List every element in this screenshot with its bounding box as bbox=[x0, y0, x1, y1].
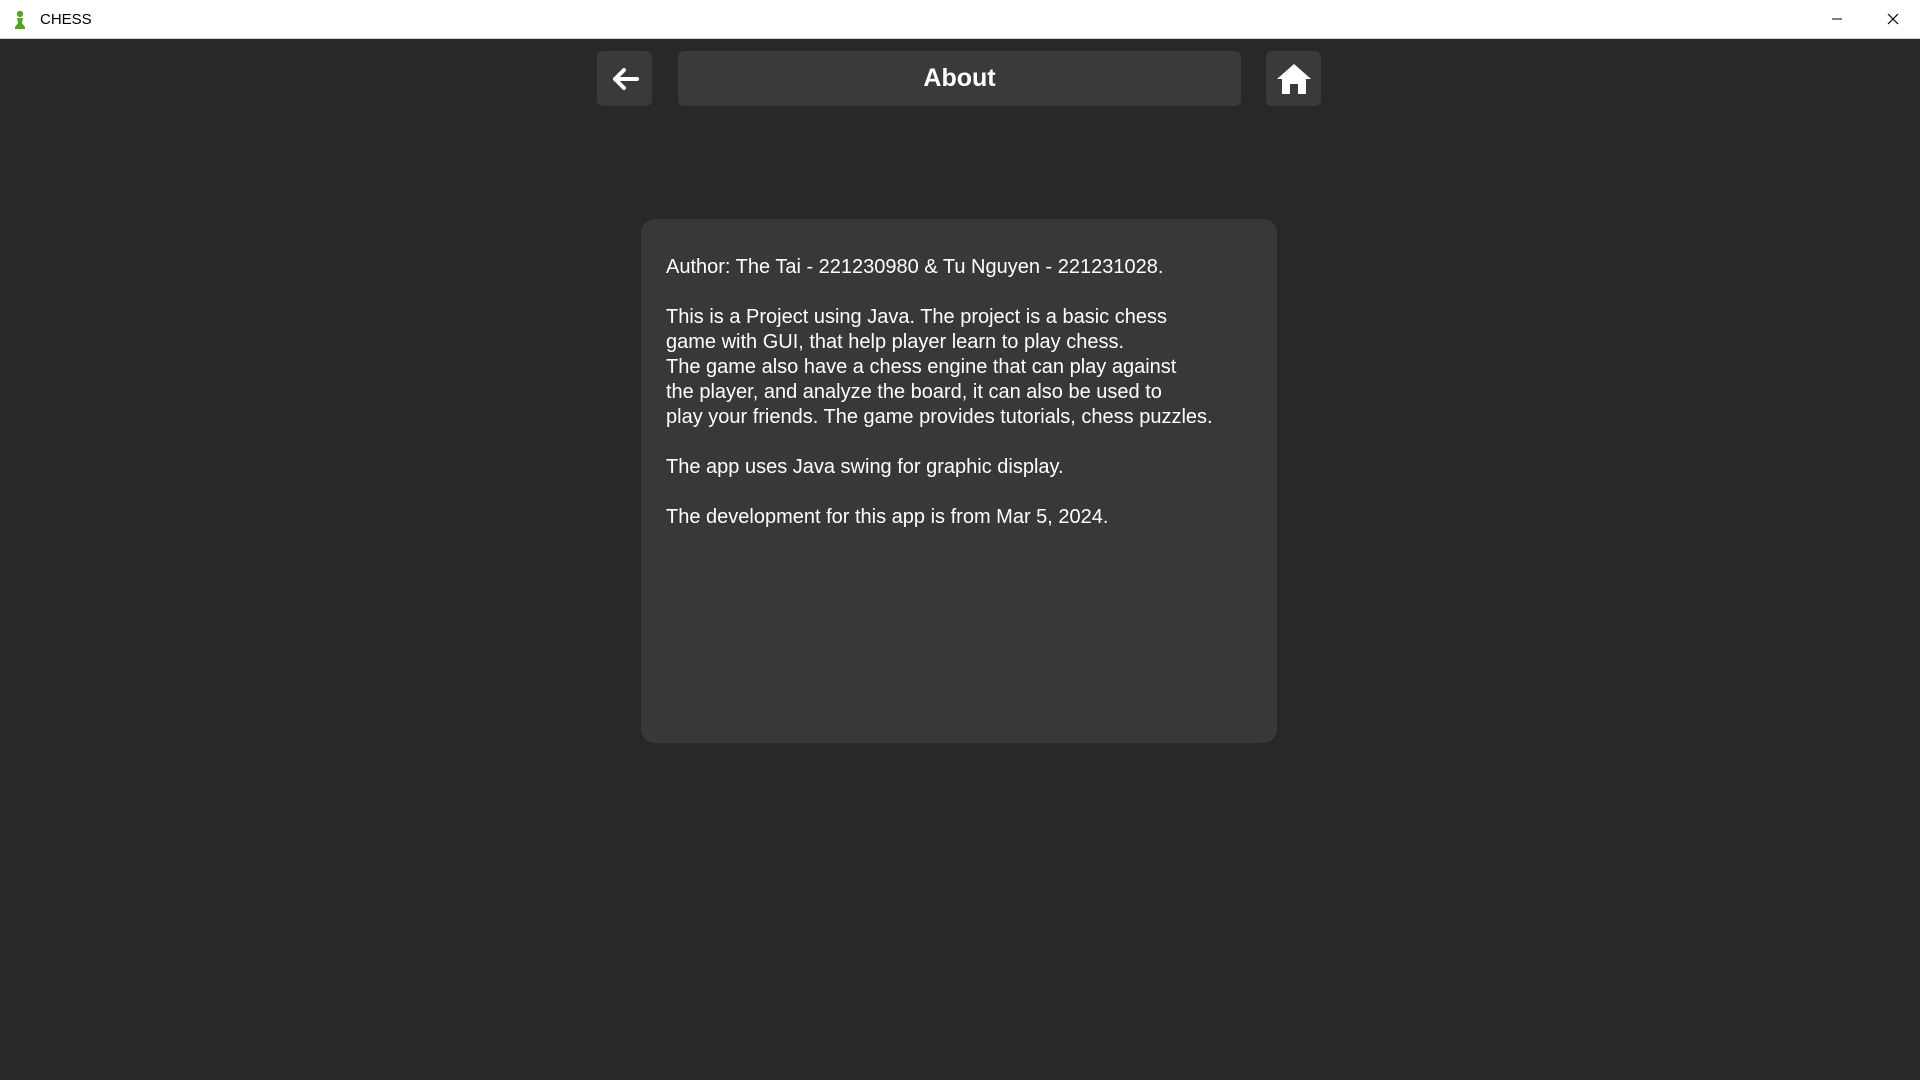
about-card: Author: The Tai - 221230980 & Tu Nguyen … bbox=[641, 219, 1277, 743]
author-text: Author: The Tai - 221230980 & Tu Nguyen … bbox=[666, 256, 1164, 278]
close-button[interactable] bbox=[1866, 0, 1920, 38]
chess-pawn-icon bbox=[15, 10, 25, 29]
close-icon bbox=[1887, 13, 1899, 25]
minimize-icon bbox=[1832, 18, 1842, 20]
window-titlebar: CHESS bbox=[0, 0, 1920, 39]
page-title: About bbox=[923, 64, 996, 92]
arrow-left-icon bbox=[612, 67, 639, 90]
page-title-bar: About bbox=[678, 51, 1241, 106]
window-title: CHESS bbox=[40, 11, 92, 28]
home-button[interactable] bbox=[1266, 51, 1321, 106]
minimize-button[interactable] bbox=[1810, 0, 1864, 38]
about-screen: About Author: The Tai - 221230980 & Tu N… bbox=[0, 39, 1920, 1080]
development-text: The development for this app is from Mar… bbox=[666, 506, 1109, 528]
description-text: This is a Project using Java. The projec… bbox=[666, 306, 1213, 428]
home-icon bbox=[1276, 63, 1311, 94]
tech-text: The app uses Java swing for graphic disp… bbox=[666, 456, 1064, 478]
back-button[interactable] bbox=[597, 51, 652, 106]
